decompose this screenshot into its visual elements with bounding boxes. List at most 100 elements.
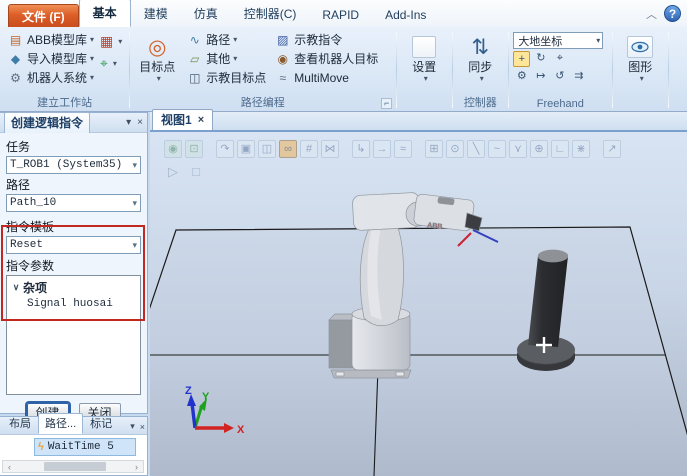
dialog-launcher-icon[interactable]: ⌐	[381, 98, 392, 109]
graphics-button[interactable]: 图形 ▾	[617, 30, 663, 83]
view-robot-target-icon: ◉	[274, 52, 291, 66]
tab-modeling[interactable]: 建模	[131, 1, 181, 27]
settings-button[interactable]: 设置 ▾	[401, 30, 447, 83]
surface-tool-icon[interactable]: ▣	[237, 140, 255, 158]
group-separator	[129, 32, 130, 108]
group-separator	[452, 32, 453, 108]
toolbar-separator	[342, 140, 349, 158]
curve-tool-icon[interactable]: ↷	[216, 140, 234, 158]
tab-home[interactable]: 基本	[79, 0, 131, 27]
capture-view-icon[interactable]: ◉	[164, 140, 182, 158]
teach-instruction-label: 示教指令	[294, 31, 342, 48]
group-separator	[612, 32, 613, 108]
snap-center-icon[interactable]: ⊙	[446, 140, 464, 158]
snap-end-icon[interactable]: ~	[488, 140, 506, 158]
chevron-down-icon: ▾	[132, 240, 137, 251]
tab-controller[interactable]: 控制器(C)	[231, 1, 310, 27]
task-select[interactable]: T_ROB1 (System35) ▾	[6, 156, 141, 174]
panel-menu-icon[interactable]: ▾	[126, 117, 131, 128]
view1-tab[interactable]: 视图1 ×	[152, 109, 213, 130]
tab-simulation[interactable]: 仿真	[181, 1, 231, 27]
multirobot-jog-icon[interactable]: ⇉	[570, 69, 587, 85]
scrollbar-thumb[interactable]	[44, 462, 106, 471]
instruction-template-value: Reset	[10, 239, 43, 251]
jump-to-icon[interactable]: ↳	[352, 140, 370, 158]
tab-rapid[interactable]: RAPID	[309, 4, 372, 27]
move-along-icon[interactable]: →	[373, 140, 391, 158]
play-icon[interactable]: ▷	[164, 163, 182, 181]
dropdown-icon: ▾	[90, 73, 94, 82]
help-icon[interactable]: ?	[664, 5, 681, 22]
snap-line-icon[interactable]: ╲	[467, 140, 485, 158]
teach-instruction-icon: ▨	[274, 33, 291, 47]
target-point-button[interactable]: ◎ 目标点 ▾	[134, 30, 180, 87]
snap-cross-icon[interactable]: ⋇	[572, 140, 590, 158]
tab-paths[interactable]: 路径...	[38, 413, 83, 434]
import-library-button[interactable]: ◆ 导入模型库 ▾	[5, 49, 96, 68]
coordinate-system-select[interactable]: 大地坐标 ▾	[513, 32, 603, 49]
scroll-left-icon[interactable]: ‹	[3, 462, 16, 472]
teach-instruction-button[interactable]: ▨ 示教指令	[272, 30, 380, 49]
jog-linear-icon[interactable]: ↦	[532, 69, 549, 85]
scene-3d: ABB Y Z X	[150, 132, 687, 476]
multimove-tool-icon[interactable]: ⋈	[321, 140, 339, 158]
snap-mid-icon[interactable]: ⋎	[509, 140, 527, 158]
multimove-button[interactable]: ≈ MultiMove	[272, 68, 380, 87]
dropdown-icon: ▾	[90, 54, 94, 63]
path-tool-icon[interactable]: ≈	[394, 140, 412, 158]
group-controller: ⇅ 同步 ▾ 控制器	[454, 29, 506, 111]
view1-close-icon[interactable]: ×	[198, 114, 204, 126]
teach-target-icon[interactable]: #	[300, 140, 318, 158]
group-graphics: 图形 ▾	[614, 29, 666, 111]
path-button[interactable]: ∿ 路径 ▾	[184, 30, 268, 49]
expander-icon[interactable]: ∨	[9, 282, 23, 293]
dropdown-icon: ▾	[233, 54, 237, 63]
path-select[interactable]: Path_10 ▾	[6, 194, 141, 212]
jog-icon[interactable]: ⌖	[551, 51, 568, 67]
multimove-icon: ≈	[274, 71, 291, 85]
instruction-bolt-icon: ϟ	[38, 441, 44, 453]
view-tabstrip: 视图1 ×	[150, 112, 687, 132]
view-robot-target-button[interactable]: ◉ 查看机器人目标	[272, 49, 380, 68]
teach-target-button[interactable]: ◫ 示教目标点	[184, 68, 268, 87]
snap-grid-icon[interactable]: ⊞	[425, 140, 443, 158]
viewport-3d[interactable]: ◉⊡ ↷▣◫∞#⋈ ↳→≈ ⊞⊙╲~⋎⊕∟⋇ ↗ ▷ □	[150, 132, 687, 476]
tab-tags[interactable]: 标记	[83, 413, 119, 434]
stop-icon[interactable]: □	[187, 163, 205, 181]
tree-node-misc[interactable]: ∨ 杂项	[7, 278, 140, 297]
import-geometry-button[interactable]: ▦ ▾	[98, 30, 124, 52]
jog-joint-icon[interactable]: ⚙	[513, 69, 530, 85]
tab-layout[interactable]: 布局	[2, 413, 38, 434]
panel-close-icon[interactable]: ×	[137, 117, 143, 128]
waittime-item[interactable]: ϟ WaitTime 5	[34, 438, 136, 456]
fit-all-icon[interactable]: ⊡	[185, 140, 203, 158]
group-settings: 设置 ▾	[398, 29, 450, 111]
import-library-label: 导入模型库	[27, 50, 87, 67]
multimove-label: MultiMove	[294, 71, 349, 85]
group-label-path-programming: 路径编程	[131, 94, 394, 110]
scroll-right-icon[interactable]: ›	[130, 462, 143, 472]
panel-close-icon[interactable]: ×	[140, 422, 145, 432]
measure-icon[interactable]: ↗	[603, 140, 621, 158]
floor-plane	[150, 227, 687, 476]
sync-button[interactable]: ⇅ 同步 ▾	[457, 30, 503, 83]
abb-library-button[interactable]: ▤ ABB模型库 ▾	[5, 30, 96, 49]
view-mode-icon[interactable]: ∞	[279, 140, 297, 158]
snap-angle-icon[interactable]: ∟	[551, 140, 569, 158]
rotate-icon[interactable]: ↻	[532, 51, 549, 67]
move-icon[interactable]: +	[513, 51, 530, 67]
frame-button[interactable]: ⌖ ▾	[98, 52, 124, 74]
other-button[interactable]: ▱ 其他 ▾	[184, 49, 268, 68]
panel-menu-icon[interactable]: ▾	[130, 421, 135, 432]
tab-file[interactable]: 文件 (F)	[8, 4, 79, 27]
snap-origin-icon[interactable]: ⊕	[530, 140, 548, 158]
tree-item-signal[interactable]: Signal huosai	[7, 297, 140, 311]
reorient-icon[interactable]: ↺	[551, 69, 568, 85]
robot-system-button[interactable]: ⚙ 机器人系统 ▾	[5, 68, 96, 87]
view1-tab-label: 视图1	[161, 111, 192, 128]
collapse-ribbon-icon[interactable]: ︿	[646, 6, 657, 22]
tab-addins[interactable]: Add-Ins	[372, 4, 439, 27]
solid-tool-icon[interactable]: ◫	[258, 140, 276, 158]
horizontal-scrollbar[interactable]: ‹ ›	[2, 460, 144, 473]
instruction-template-select[interactable]: Reset ▾	[6, 236, 141, 254]
